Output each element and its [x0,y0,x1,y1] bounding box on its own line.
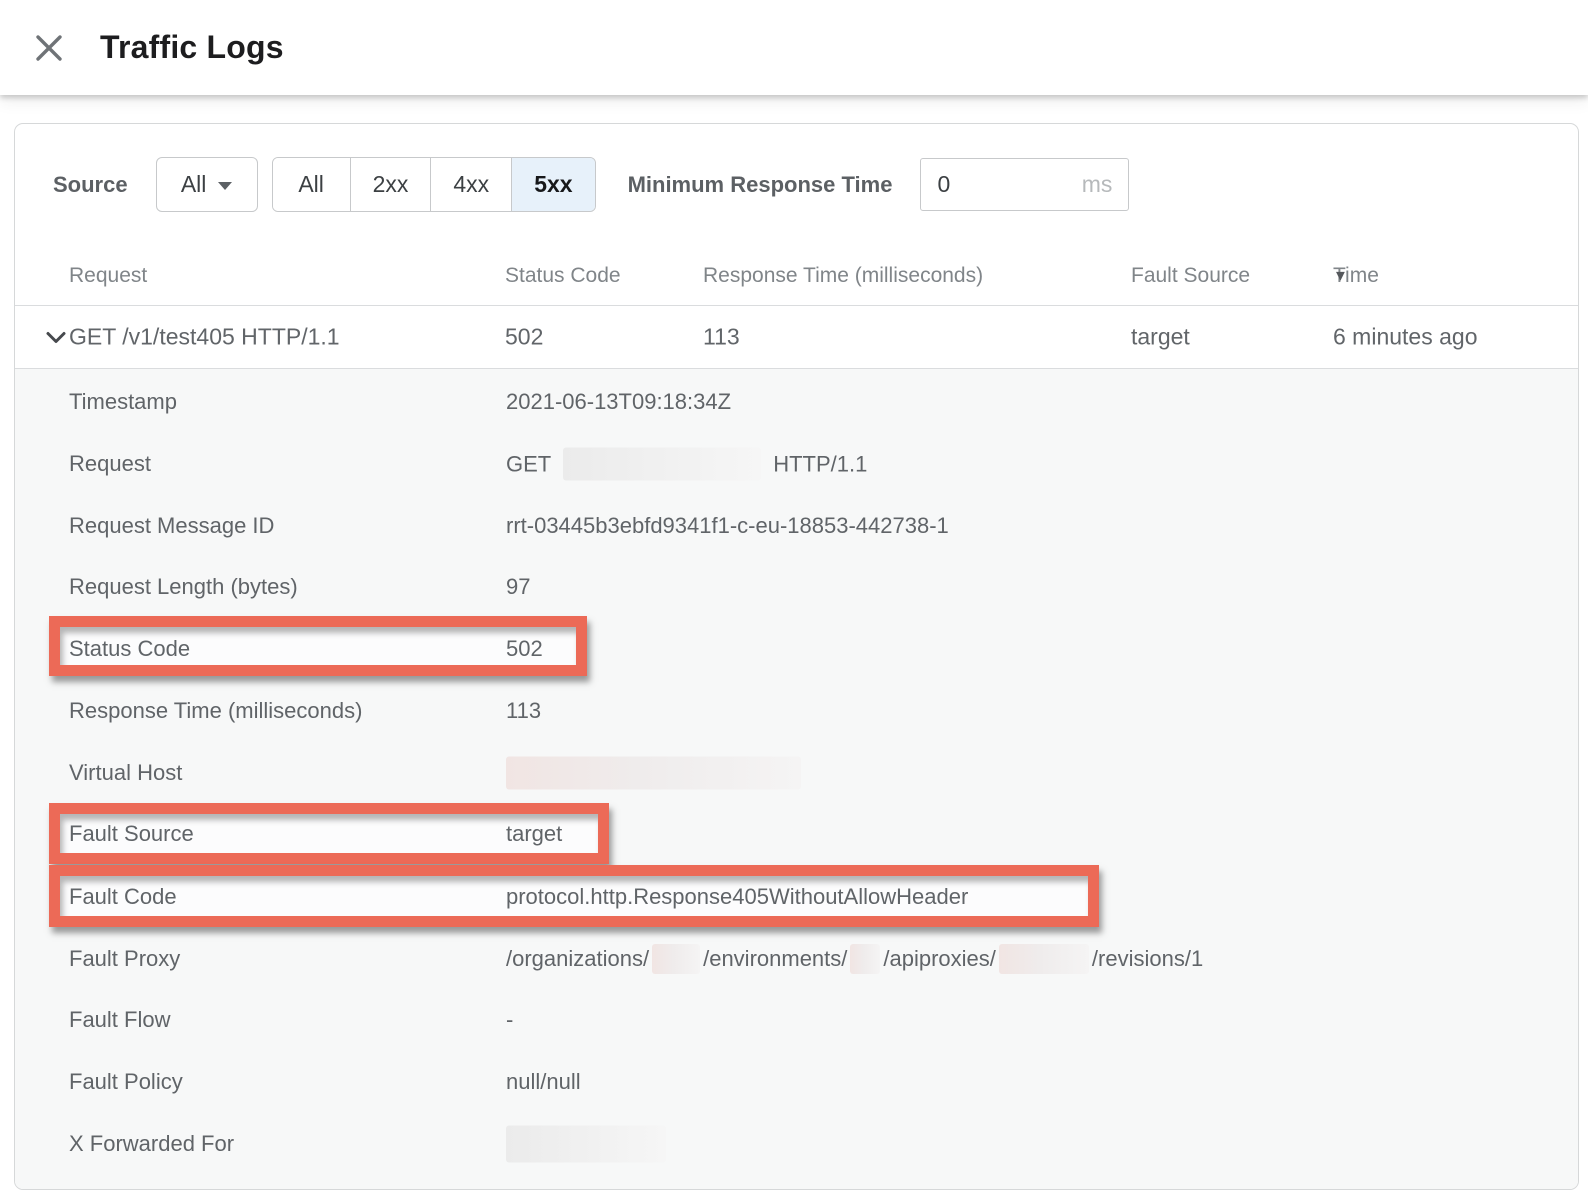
redacted-value [506,757,801,790]
source-dropdown-value: All [181,171,207,198]
column-header-response-time: Response Time (milliseconds) [703,264,983,288]
redacted-value [563,448,761,481]
source-label: Source [53,172,128,198]
status-code-segmented-control: All 2xx 4xx 5xx [272,157,596,212]
filter-bar: Source All All 2xx 4xx 5xx Minimum Respo… [53,157,1129,212]
log-detail-section: Timestamp 2021-06-13T09:18:34Z Request G… [15,369,1578,1189]
traffic-logs-panel: Source All All 2xx 4xx 5xx Minimum Respo… [14,123,1579,1190]
min-response-time-field: ms [920,158,1129,211]
detail-row-fault-code: Fault Code protocol.http.Response405With… [15,866,1578,928]
row-time: 6 minutes ago [1333,324,1477,351]
detail-row-fault-policy: Fault Policy null/null [15,1051,1578,1113]
detail-row-fault-proxy: Fault Proxy /organizations/ /environment… [15,928,1578,990]
column-header-status-code: Status Code [505,264,621,288]
redacted-value [506,1126,666,1163]
source-dropdown[interactable]: All [156,157,258,212]
column-header-fault-source: Fault Source [1131,264,1250,288]
redacted-value [850,944,880,974]
segment-all[interactable]: All [273,158,350,211]
redacted-value [999,944,1089,974]
table-header-row: Request Status Code Response Time (milli… [15,246,1578,306]
dialog-header: Traffic Logs [0,0,1588,95]
table-row[interactable]: GET /v1/test405 HTTP/1.1 502 113 target … [15,306,1578,369]
column-header-request: Request [69,264,147,288]
detail-row-timestamp: Timestamp 2021-06-13T09:18:34Z [15,371,1578,433]
min-response-time-label: Minimum Response Time [628,172,893,198]
detail-row-request: Request GET HTTP/1.1 [15,433,1578,495]
detail-row-fault-flow: Fault Flow - [15,989,1578,1051]
row-response-time: 113 [703,324,740,351]
detail-row-request-message-id: Request Message ID rrt-03445b3ebfd9341f1… [15,495,1578,557]
row-status-code: 502 [505,324,543,351]
detail-row-fault-source: Fault Source target [15,803,1578,865]
segment-2xx[interactable]: 2xx [350,158,431,211]
min-response-time-input[interactable] [937,171,1081,198]
detail-row-x-forwarded-for: X Forwarded For [15,1113,1578,1175]
page-title: Traffic Logs [100,29,284,66]
detail-row-status-code: Status Code 502 [15,618,1578,680]
row-fault-source: target [1131,324,1190,351]
min-response-time-unit: ms [1082,171,1113,198]
detail-row-response-time: Response Time (milliseconds) 113 [15,680,1578,742]
detail-row-request-length: Request Length (bytes) 97 [15,556,1578,618]
segment-5xx[interactable]: 5xx [511,158,594,211]
redacted-value [652,944,700,974]
close-icon[interactable] [32,31,66,65]
sort-descending-icon: ▼ [1333,267,1348,284]
caret-down-icon [218,182,232,190]
row-request: GET /v1/test405 HTTP/1.1 [69,324,340,351]
detail-row-virtual-host: Virtual Host [15,742,1578,804]
segment-4xx[interactable]: 4xx [430,158,511,211]
chevron-down-icon[interactable] [45,324,67,351]
